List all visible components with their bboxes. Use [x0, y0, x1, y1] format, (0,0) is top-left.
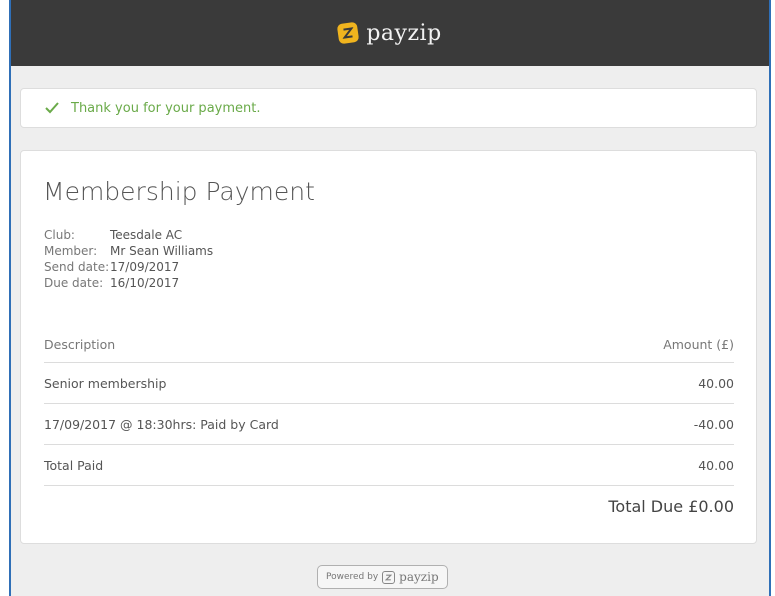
meta-value: 16/10/2017: [110, 276, 180, 290]
header-amount: Amount (£): [663, 336, 734, 352]
alert-message: Thank you for your payment.: [71, 100, 261, 116]
row-description: Total Paid: [44, 457, 104, 473]
payment-table: Description Amount (£) Senior membership…: [44, 326, 734, 486]
meta-row-club: Club: Teesdale AC: [44, 227, 213, 243]
meta-value: 17/09/2017: [110, 260, 180, 274]
meta-row-member: Member: Mr Sean Williams: [44, 243, 213, 259]
table-header: Description Amount (£): [44, 326, 734, 363]
brand[interactable]: payzip: [337, 20, 442, 46]
meta-label: Due date:: [44, 276, 104, 290]
meta-label: Club:: [44, 228, 75, 242]
meta-row-due-date: Due date: 16/10/2017: [44, 275, 213, 291]
header-bar: payzip: [11, 0, 769, 66]
meta-value: Teesdale AC: [110, 228, 183, 242]
payzip-logo-icon: [337, 21, 360, 45]
table-row: Total Paid 40.00: [44, 445, 734, 486]
payzip-small-logo-icon: [382, 570, 396, 584]
meta-row-send-date: Send date: 17/09/2017: [44, 259, 213, 275]
meta-label: Send date:: [44, 260, 110, 274]
meta-label: Member:: [44, 244, 98, 258]
table-row: 17/09/2017 @ 18:30hrs: Paid by Card -40.…: [44, 404, 734, 445]
payment-meta: Club: Teesdale AC Member: Mr Sean Willia…: [44, 227, 213, 291]
payment-card: Membership Payment Club: Teesdale AC Mem…: [20, 150, 757, 544]
row-amount: 40.00: [698, 375, 734, 391]
page-title: Membership Payment: [43, 177, 315, 206]
row-amount: 40.00: [698, 457, 734, 473]
meta-value: Mr Sean Williams: [110, 244, 214, 258]
powered-by-brand: payzip: [399, 570, 439, 584]
row-description: Senior membership: [44, 375, 167, 391]
row-description: 17/09/2017 @ 18:30hrs: Paid by Card: [44, 416, 279, 432]
powered-by-badge[interactable]: Powered by payzip: [317, 565, 448, 589]
row-amount: -40.00: [693, 416, 734, 432]
table-row: Senior membership 40.00: [44, 363, 734, 404]
brand-name: payzip: [366, 20, 442, 46]
app-frame: payzip Thank you for your payment. Membe…: [9, 0, 771, 596]
total-due: Total Due £0.00: [608, 497, 734, 516]
success-alert: Thank you for your payment.: [20, 88, 757, 128]
check-icon: [45, 102, 59, 114]
header-description: Description: [44, 336, 116, 352]
powered-by-label: Powered by: [326, 572, 379, 582]
